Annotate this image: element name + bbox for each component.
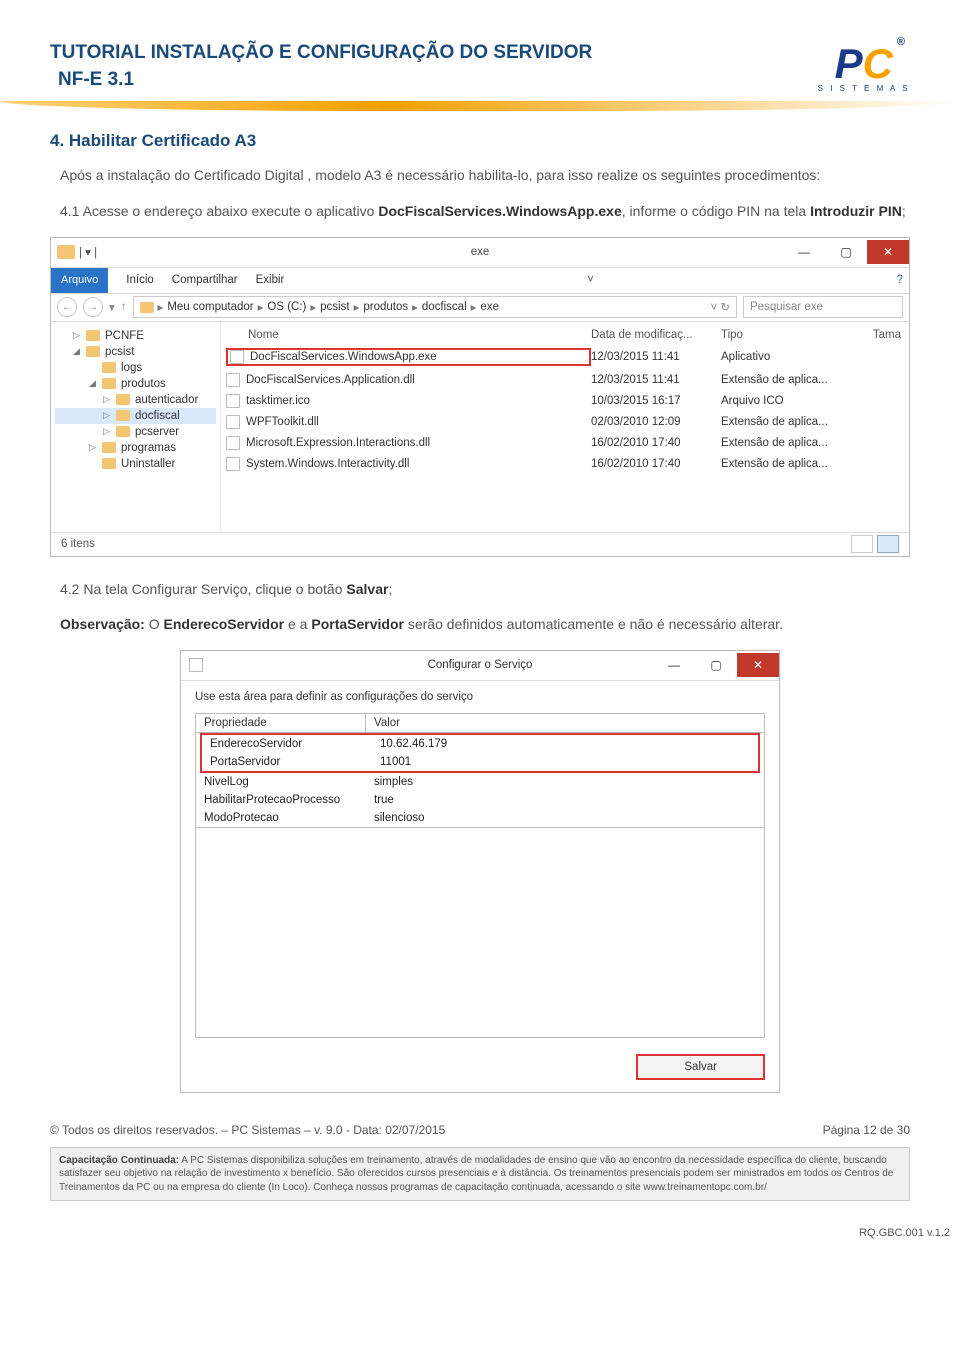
file-row[interactable]: WPFToolkit.dll 02/03/2010 12:09 Extensão… [224, 412, 903, 433]
doc-title-l2: NF-E 3.1 [58, 67, 592, 94]
col-header-prop: Propriedade [196, 714, 366, 732]
section-heading: 4. Habilitar Certificado A3 [50, 131, 910, 151]
file-list-header: Nome Data de modificaç... Tipo Tama [224, 325, 903, 345]
minimize-button[interactable]: — [653, 653, 695, 677]
file-icon [230, 350, 244, 364]
logo-c: C® [863, 40, 893, 88]
view-mode-button[interactable] [877, 535, 899, 553]
file-icon [226, 415, 240, 429]
logo: P C® S I S T E M A S [818, 40, 910, 93]
file-icon [226, 436, 240, 450]
salvar-button[interactable]: Salvar [636, 1054, 765, 1080]
footer-left: © Todos os direitos reservados. – PC Sis… [50, 1123, 445, 1137]
file-icon [226, 457, 240, 471]
ribbon-tab-compartilhar[interactable]: Compartilhar [172, 274, 238, 286]
capacitacao-box: Capacitação Continuada: A PC Sistemas di… [50, 1147, 910, 1202]
config-title: Configurar o Serviço [428, 659, 533, 671]
config-description: Use esta área para definir as configuraç… [195, 691, 765, 703]
intro-text: Após a instalação do Certificado Digital… [60, 165, 910, 187]
folder-icon [57, 245, 75, 259]
app-icon [189, 658, 203, 672]
help-icon[interactable]: ? [897, 274, 903, 286]
folder-tree[interactable]: ▷PCNFE ◢pcsist logs ◢produtos ▷autentica… [51, 322, 221, 532]
minimize-button[interactable]: — [783, 240, 825, 264]
ribbon-tab-exibir[interactable]: Exibir [256, 274, 285, 286]
search-input[interactable]: Pesquisar exe [743, 296, 903, 318]
table-row[interactable]: NivelLogsimples [196, 773, 764, 791]
file-row[interactable]: DocFiscalServices.WindowsApp.exe 12/03/2… [224, 345, 903, 370]
maximize-button[interactable]: ▢ [825, 240, 867, 264]
logo-registered: ® [897, 36, 905, 48]
ribbon-tab-inicio[interactable]: Início [126, 274, 154, 286]
close-button[interactable]: ✕ [867, 240, 909, 264]
table-row[interactable]: HabilitarProtecaoProcessotrue [196, 791, 764, 809]
close-button[interactable]: ✕ [737, 653, 779, 677]
step-42-obs: Observação: O EnderecoServidor e a Porta… [60, 614, 910, 636]
config-window: Configurar o Serviço — ▢ ✕ Use esta área… [180, 650, 780, 1093]
file-row[interactable]: System.Windows.Interactivity.dll 16/02/2… [224, 454, 903, 475]
table-row[interactable]: PortaServidor11001 [202, 753, 758, 771]
view-mode-button[interactable] [851, 535, 873, 553]
config-table: Propriedade Valor EnderecoServidor10.62.… [195, 713, 765, 828]
nav-back-button[interactable]: ← [57, 297, 77, 317]
step-41: 4.1 Acesse o endereço abaixo execute o a… [60, 201, 910, 223]
folder-icon [140, 302, 154, 313]
footer-code: RQ.GBC.001 v.1.2 [0, 1221, 960, 1255]
ribbon-tab-arquivo[interactable]: Arquivo [51, 268, 108, 293]
logo-p: P [835, 40, 863, 88]
doc-title-l1: TUTORIAL INSTALAÇÃO E CONFIGURAÇÃO DO SE… [50, 40, 592, 67]
file-row[interactable]: tasktimer.ico 10/03/2015 16:17 Arquivo I… [224, 391, 903, 412]
footer-page-number: Página 12 de 30 [823, 1123, 910, 1137]
table-row[interactable]: EnderecoServidor10.62.46.179 [202, 735, 758, 753]
explorer-statusbar: 6 itens [51, 532, 909, 556]
table-row[interactable]: ModoProtecaosilencioso [196, 809, 764, 827]
explorer-window: | ▾ | exe — ▢ ✕ Arquivo Início Compartil… [50, 237, 910, 557]
explorer-titlebar: | ▾ | exe — ▢ ✕ [51, 238, 909, 268]
file-icon [226, 373, 240, 387]
header-swoosh [0, 101, 960, 111]
explorer-title: exe [471, 246, 490, 258]
col-header-val: Valor [366, 714, 764, 732]
maximize-button[interactable]: ▢ [695, 653, 737, 677]
nav-forward-button[interactable]: → [83, 297, 103, 317]
file-row[interactable]: Microsoft.Expression.Interactions.dll 16… [224, 433, 903, 454]
breadcrumb[interactable]: ▸ Meu computador▸ OS (C:)▸ pcsist▸ produ… [133, 296, 737, 318]
config-empty-area [195, 828, 765, 1038]
file-row[interactable]: DocFiscalServices.Application.dll 12/03/… [224, 370, 903, 391]
step-42: 4.2 Na tela Configurar Serviço, clique o… [60, 579, 910, 601]
file-icon [226, 394, 240, 408]
